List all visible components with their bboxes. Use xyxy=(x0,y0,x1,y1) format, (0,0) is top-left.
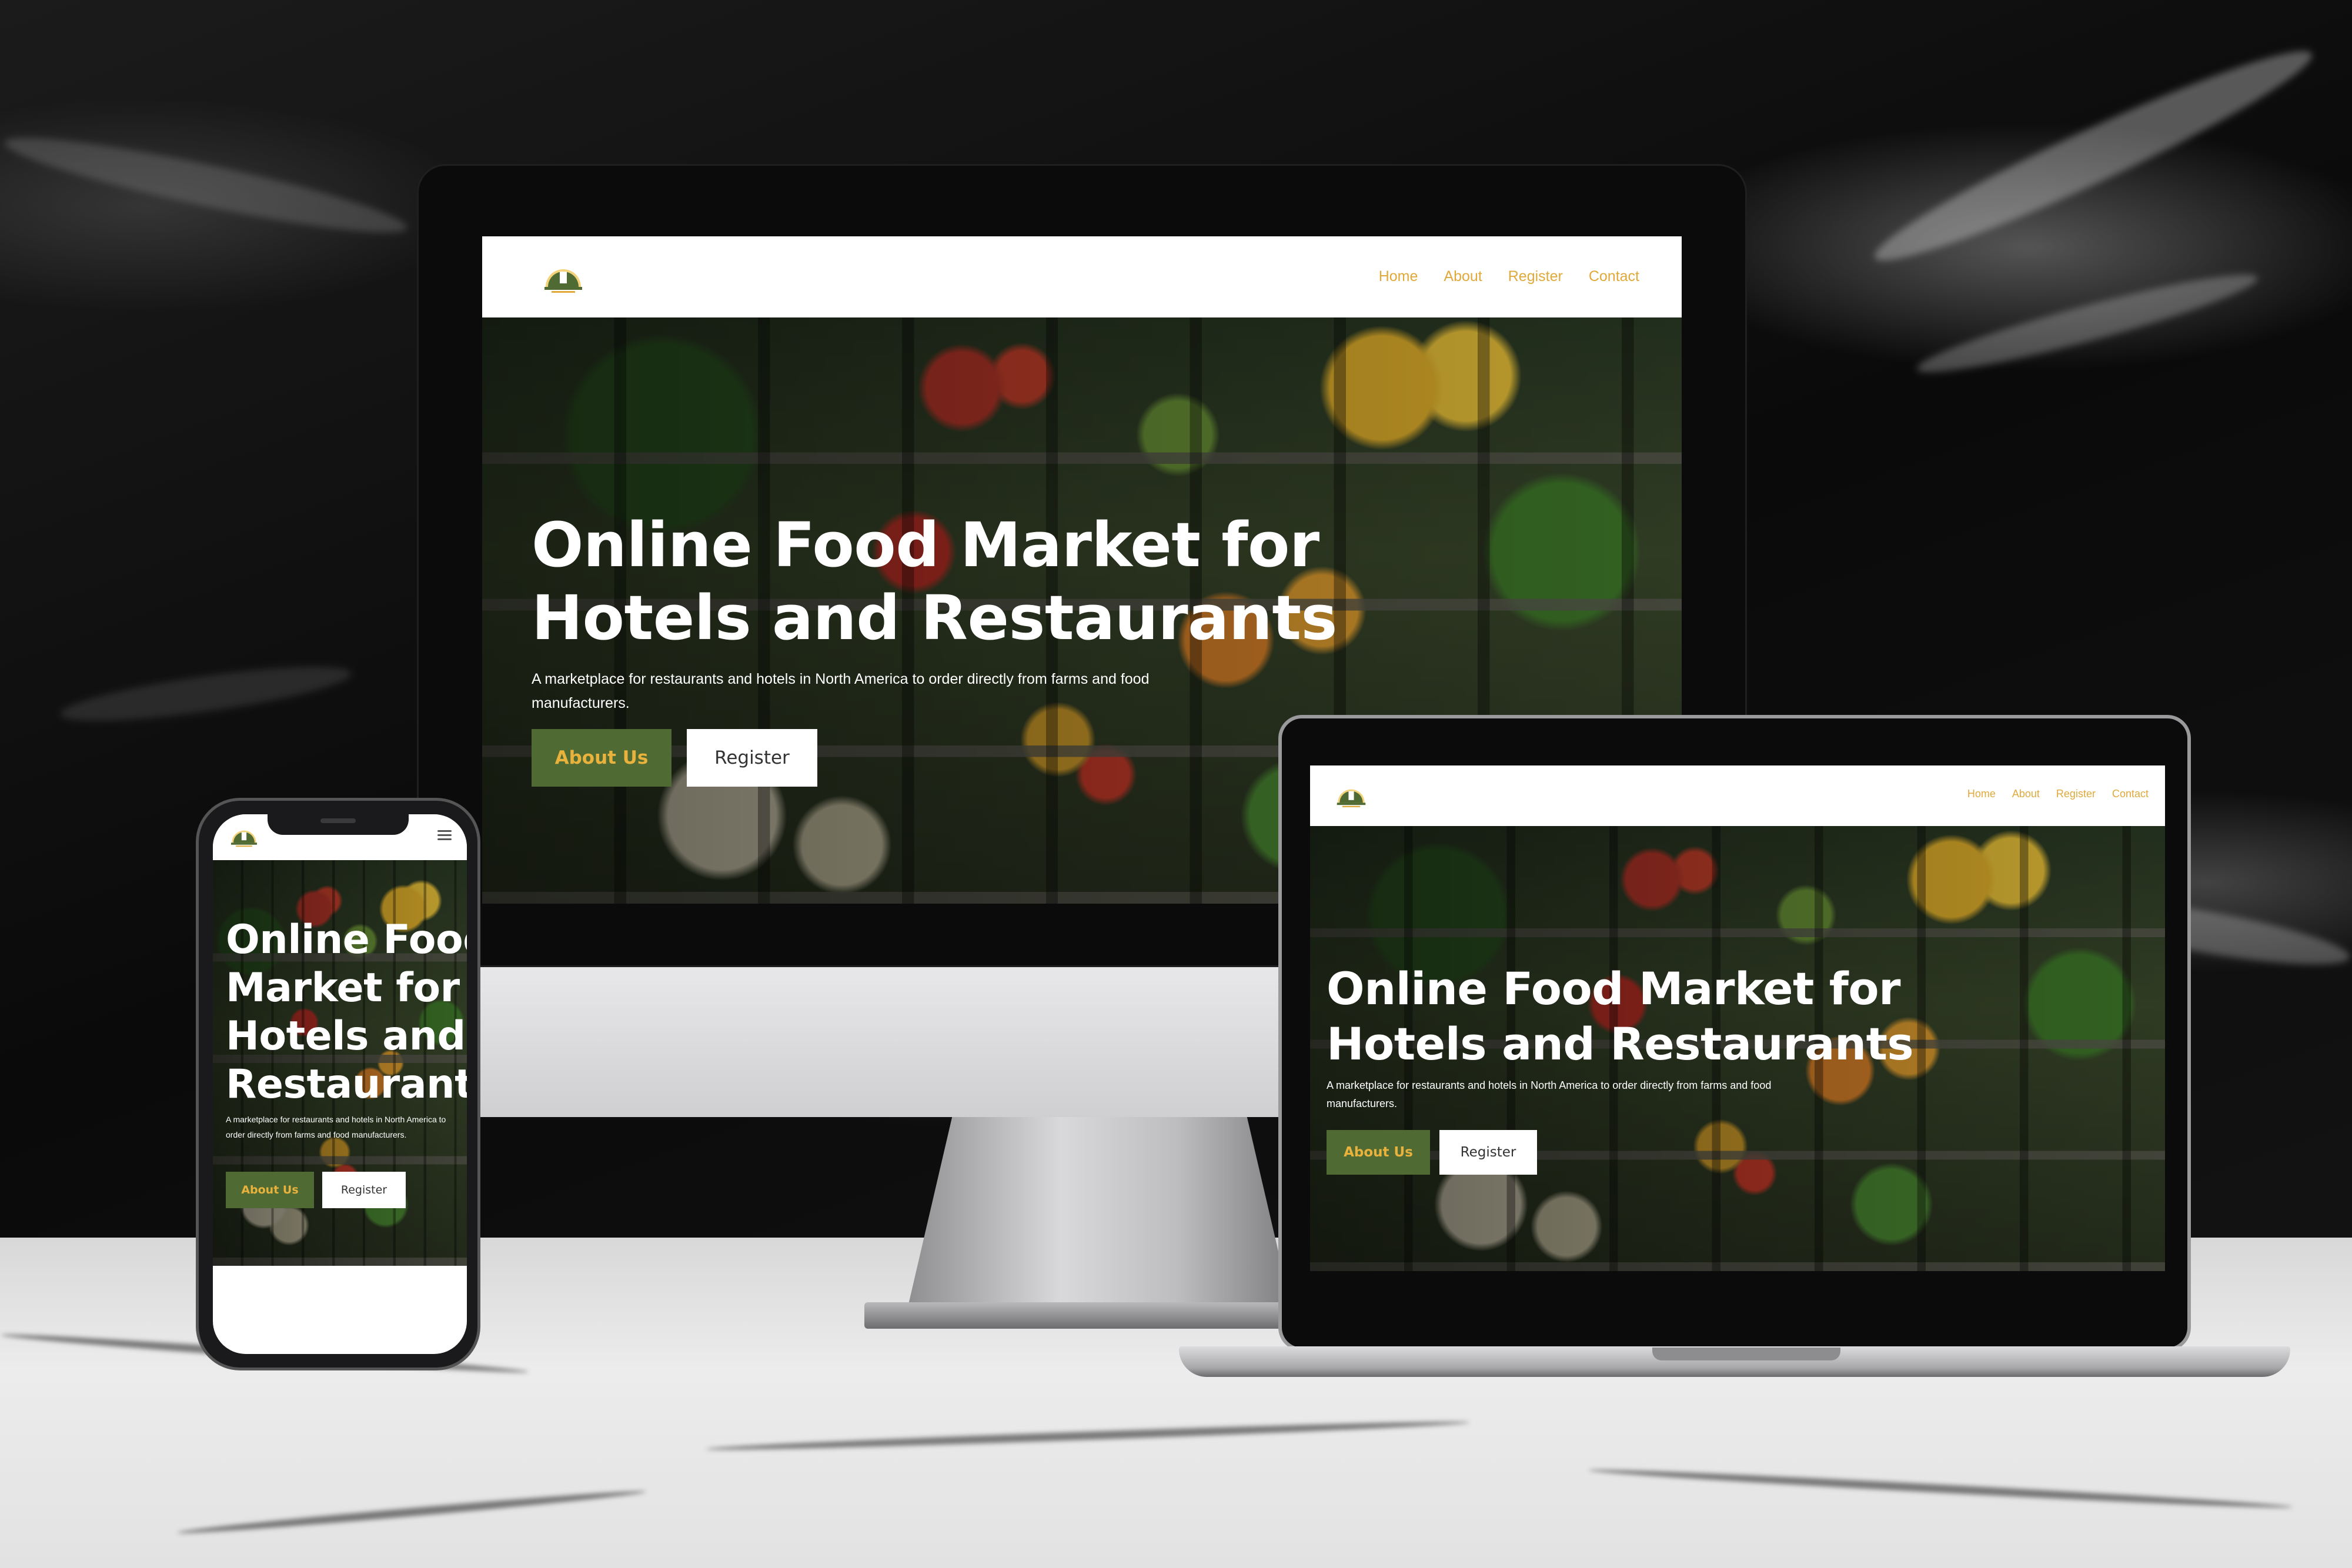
phone-register-button[interactable]: Register xyxy=(322,1172,406,1208)
phone-hero-title-line-4: Restaurants xyxy=(226,1061,467,1108)
phone-website: Online Food Market for Hotels and Restau… xyxy=(213,814,467,1354)
phone-hero-title-line-2: Market for xyxy=(226,965,460,1011)
phone-notch xyxy=(268,811,409,835)
register-button[interactable]: Register xyxy=(687,729,817,787)
laptop-hero-title-line-2: Hotels and Restaurants xyxy=(1327,1018,1914,1070)
laptop-site-header: Home About Register Contact xyxy=(1310,765,2165,826)
nav-home[interactable]: Home xyxy=(1379,268,1418,285)
phone-hero-description: A marketplace for restaurants and hotels… xyxy=(226,1115,446,1139)
laptop-hero-title: Online Food Market for Hotels and Restau… xyxy=(1327,961,1914,1072)
food-market-logo-icon[interactable] xyxy=(542,261,584,295)
phone-speaker xyxy=(320,818,356,823)
laptop-nav: Home About Register Contact xyxy=(1967,788,2149,800)
phone-hero-title-line-3: Hotels and xyxy=(226,1013,466,1059)
laptop-nav-home[interactable]: Home xyxy=(1967,788,1996,800)
hero-title-line-2: Hotels and Restaurants xyxy=(532,582,1337,654)
laptop-hero-section: Online Food Market for Hotels and Restau… xyxy=(1310,826,2165,1271)
nav-contact[interactable]: Contact xyxy=(1589,268,1639,285)
laptop-hero-description: A marketplace for restaurants and hotels… xyxy=(1327,1079,1772,1109)
nav-about[interactable]: About xyxy=(1444,268,1482,285)
laptop-about-us-button[interactable]: About Us xyxy=(1327,1130,1430,1175)
laptop-nav-contact[interactable]: Contact xyxy=(2112,788,2149,800)
hero-title-line-1: Online Food Market for xyxy=(532,509,1319,581)
phone-hero-title: Online Food Market for Hotels and Restau… xyxy=(226,916,467,1109)
laptop-nav-about[interactable]: About xyxy=(2012,788,2040,800)
laptop-nav-register[interactable]: Register xyxy=(2056,788,2096,800)
monitor-base xyxy=(864,1302,1335,1329)
hamburger-menu-icon[interactable] xyxy=(437,830,452,840)
about-us-button[interactable]: About Us xyxy=(532,729,671,787)
phone-hero-section: Online Food Market for Hotels and Restau… xyxy=(213,860,467,1266)
laptop-register-button[interactable]: Register xyxy=(1439,1130,1537,1175)
monitor-stand xyxy=(906,1117,1294,1317)
laptop-notch xyxy=(1652,1348,1840,1360)
phone-about-us-button[interactable]: About Us xyxy=(226,1172,314,1208)
laptop-website: Home About Register Contact Online Food … xyxy=(1310,765,2165,1271)
laptop-logo-icon[interactable] xyxy=(1335,783,1368,809)
main-nav: Home About Register Contact xyxy=(1379,268,1639,285)
hero-title: Online Food Market for Hotels and Restau… xyxy=(532,509,1337,654)
hero-description: A marketplace for restaurants and hotels… xyxy=(532,671,1150,711)
nav-register[interactable]: Register xyxy=(1508,268,1563,285)
site-header: Home About Register Contact xyxy=(482,236,1682,317)
phone-hero-title-line-1: Online Food xyxy=(226,917,467,963)
phone-logo-icon[interactable] xyxy=(229,825,259,848)
laptop-hero-title-line-1: Online Food Market for xyxy=(1327,962,1901,1015)
